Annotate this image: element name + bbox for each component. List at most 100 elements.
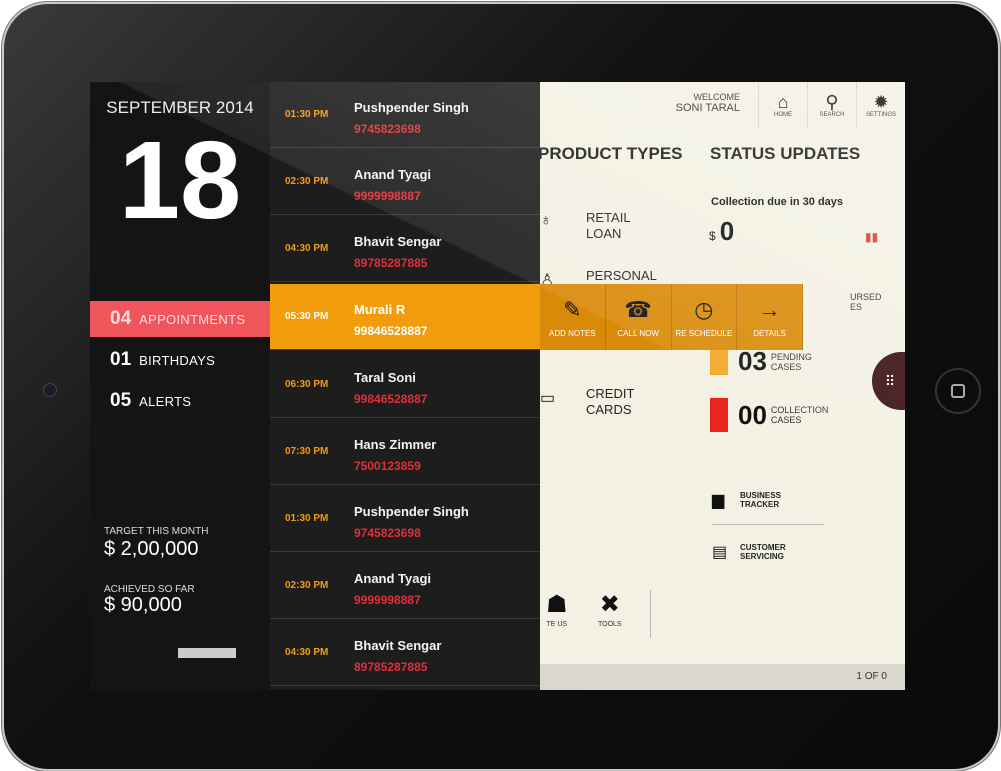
collection-swatch bbox=[710, 398, 728, 432]
product-label: LOAN bbox=[586, 226, 622, 241]
appointment-time: 04:30 PM bbox=[285, 647, 329, 658]
edit-note-icon: ✎ bbox=[563, 296, 582, 322]
list-item[interactable]: 06:30 PM Taral Soni 99846528887 bbox=[270, 352, 540, 418]
footer-bar: 1 OF 0 bbox=[540, 664, 905, 690]
pending-cases-stat[interactable]: 03 PENDING CASES bbox=[710, 346, 812, 377]
app-screen: WELCOME SONI TARAL ⌂ HOME ⚲ SEARCH ✹ SET… bbox=[90, 82, 905, 690]
birthdays-label: BIRTHDAYS bbox=[139, 352, 216, 368]
disbursed-cases-stat: URSED ES bbox=[846, 292, 882, 312]
month-year: SEPTEMBER 2014 bbox=[106, 98, 254, 117]
sidebar-item-appointments[interactable]: 04 APPOINTMENTS bbox=[90, 301, 270, 337]
appointment-phone: 9745823698 bbox=[354, 122, 421, 136]
settings-label: SETTINGS bbox=[865, 112, 896, 118]
link-label: SERVICING bbox=[740, 552, 784, 561]
add-notes-button[interactable]: ✎ ADD NOTES bbox=[540, 284, 606, 350]
appointment-name: Pushpender Singh bbox=[354, 504, 469, 519]
favourite-label: TOOLS bbox=[598, 621, 622, 628]
appointment-time: 02:30 PM bbox=[285, 580, 329, 591]
list-item[interactable]: 04:30 PM Bhavit Sengar 89785287885 bbox=[270, 620, 540, 686]
customer-servicing-link[interactable]: ▤ CUSTOMER SERVICING bbox=[712, 542, 786, 562]
appointments-label: APPOINTMENTS bbox=[139, 311, 246, 327]
settings-button[interactable]: ✹ SETTINGS bbox=[856, 82, 905, 128]
appointment-name: Hans Zimmer bbox=[354, 437, 437, 452]
search-button[interactable]: ⚲ SEARCH bbox=[807, 82, 856, 128]
reschedule-button[interactable]: ◷ RE SCHEDULE bbox=[672, 284, 738, 350]
currency-symbol: $ bbox=[709, 229, 716, 243]
sidebar-item-alerts[interactable]: 05 ALERTS bbox=[90, 383, 270, 419]
appointment-phone: 89785287885 bbox=[354, 256, 428, 270]
list-item[interactable]: 01:30 PM Pushpender Singh 9745823698 bbox=[270, 82, 540, 148]
appointment-time: 01:30 PM bbox=[285, 109, 329, 120]
link-label: TRACKER bbox=[740, 500, 780, 509]
list-item[interactable]: 01:30 PM Pushpender Singh 9745823698 bbox=[270, 486, 540, 552]
progress-bar bbox=[178, 648, 236, 658]
list-item[interactable]: 02:30 PM Anand Tyagi 9999998887 bbox=[270, 553, 540, 619]
collection-amount: 0 bbox=[719, 216, 735, 246]
collection-due-value: $0 bbox=[709, 216, 734, 247]
target-value: $ 2,00,000 bbox=[104, 538, 199, 560]
disbursed-label: ES bbox=[850, 302, 863, 312]
alerts-label: ALERTS bbox=[139, 393, 192, 409]
pending-swatch bbox=[710, 348, 728, 375]
details-button[interactable]: → DETAILS bbox=[737, 284, 803, 350]
device-home-button[interactable] bbox=[935, 368, 981, 414]
status-updates-title: STATUS UPDATES bbox=[710, 144, 861, 163]
appointment-time: 01:30 PM bbox=[285, 513, 329, 524]
disbursed-label: URSED bbox=[850, 292, 882, 302]
grid-menu-button[interactable]: ⠿ bbox=[872, 352, 905, 410]
product-label: PERSONAL bbox=[586, 268, 657, 283]
product-credit-cards[interactable]: ▭ CREDIT CARDS bbox=[540, 386, 634, 418]
top-nav: ⌂ HOME ⚲ SEARCH ✹ SETTINGS bbox=[758, 82, 905, 128]
call-now-button[interactable]: ☎ CALL NOW bbox=[606, 284, 672, 350]
appointment-name: Bhavit Sengar bbox=[354, 234, 442, 249]
date-sidebar: SEPTEMBER 2014 18 04 APPOINTMENTS 01 BIR… bbox=[90, 82, 270, 690]
appointment-phone: 7500123859 bbox=[354, 459, 421, 473]
appointment-name: Anand Tyagi bbox=[354, 167, 432, 182]
grid-icon: ⠿ bbox=[884, 372, 896, 389]
credit-card-icon: ▭ bbox=[540, 390, 556, 407]
business-tracker-link[interactable]: ▆ BUSINESS TRACKER bbox=[712, 490, 781, 510]
cash-icon: ▮▮ bbox=[865, 230, 879, 244]
pending-label: PENDING bbox=[770, 351, 812, 362]
collection-label: CASES bbox=[770, 415, 802, 425]
favourite-tools[interactable]: ✖ TOOLS bbox=[598, 590, 622, 628]
product-label: RETAIL bbox=[586, 210, 631, 225]
list-item[interactable]: 07:30 PM Hans Zimmer 7500123859 bbox=[270, 419, 540, 485]
user-name: SONI TARAL bbox=[675, 102, 740, 114]
appointment-phone: 99846528887 bbox=[354, 324, 428, 338]
favourite-locate-us[interactable]: ☗ TE US bbox=[546, 590, 568, 628]
house-person-icon: ☗ bbox=[546, 591, 568, 618]
appointment-name: Anand Tyagi bbox=[354, 571, 432, 586]
product-label: CREDIT bbox=[586, 386, 635, 401]
target-label: TARGET THIS MONTH bbox=[104, 526, 209, 537]
divider bbox=[650, 590, 651, 638]
collection-cases-stat[interactable]: 00 COLLECTION CASES bbox=[710, 398, 828, 432]
search-icon: ⚲ bbox=[825, 92, 839, 112]
list-item[interactable]: 04:30 PM Bhavit Sengar 89785287885 bbox=[270, 216, 540, 282]
list-item-selected[interactable]: 05:30 PM Murali R 99846528887 bbox=[270, 284, 540, 350]
appointment-time: 05:30 PM bbox=[285, 311, 329, 322]
collection-due-label: Collection due in 30 days bbox=[711, 196, 844, 208]
appointment-phone: 89785287885 bbox=[354, 660, 428, 674]
arrow-right-icon: → bbox=[758, 296, 781, 322]
collection-label: COLLECTION bbox=[770, 405, 829, 415]
search-label: SEARCH bbox=[819, 112, 845, 118]
pending-label: CASES bbox=[770, 361, 802, 372]
achieved-value: $ 90,000 bbox=[104, 594, 182, 616]
appointment-actions: ✎ ADD NOTES ☎ CALL NOW ◷ RE SCHEDULE → D… bbox=[540, 284, 803, 350]
collection-count: 00 bbox=[738, 399, 767, 430]
pending-count: 03 bbox=[738, 346, 767, 376]
home-label: HOME bbox=[774, 112, 792, 118]
tools-icon: ✖ bbox=[599, 591, 620, 618]
appointment-name: Taral Soni bbox=[354, 370, 416, 385]
product-retail-loan[interactable]: ♁ RETAIL LOAN bbox=[540, 210, 631, 242]
list-item[interactable]: 02:30 PM Anand Tyagi 9999998887 bbox=[270, 149, 540, 215]
action-label: CALL NOW bbox=[617, 328, 659, 338]
home-button[interactable]: ⌂ HOME bbox=[758, 82, 807, 128]
appointment-phone: 9745823698 bbox=[354, 526, 421, 540]
sidebar-item-birthdays[interactable]: 01 BIRTHDAYS bbox=[90, 342, 270, 378]
product-types-title: PRODUCT TYPES bbox=[538, 144, 683, 163]
clock-icon: ◷ bbox=[694, 296, 714, 322]
appointment-name: Pushpender Singh bbox=[354, 100, 469, 115]
gear-icon: ✹ bbox=[873, 92, 889, 112]
